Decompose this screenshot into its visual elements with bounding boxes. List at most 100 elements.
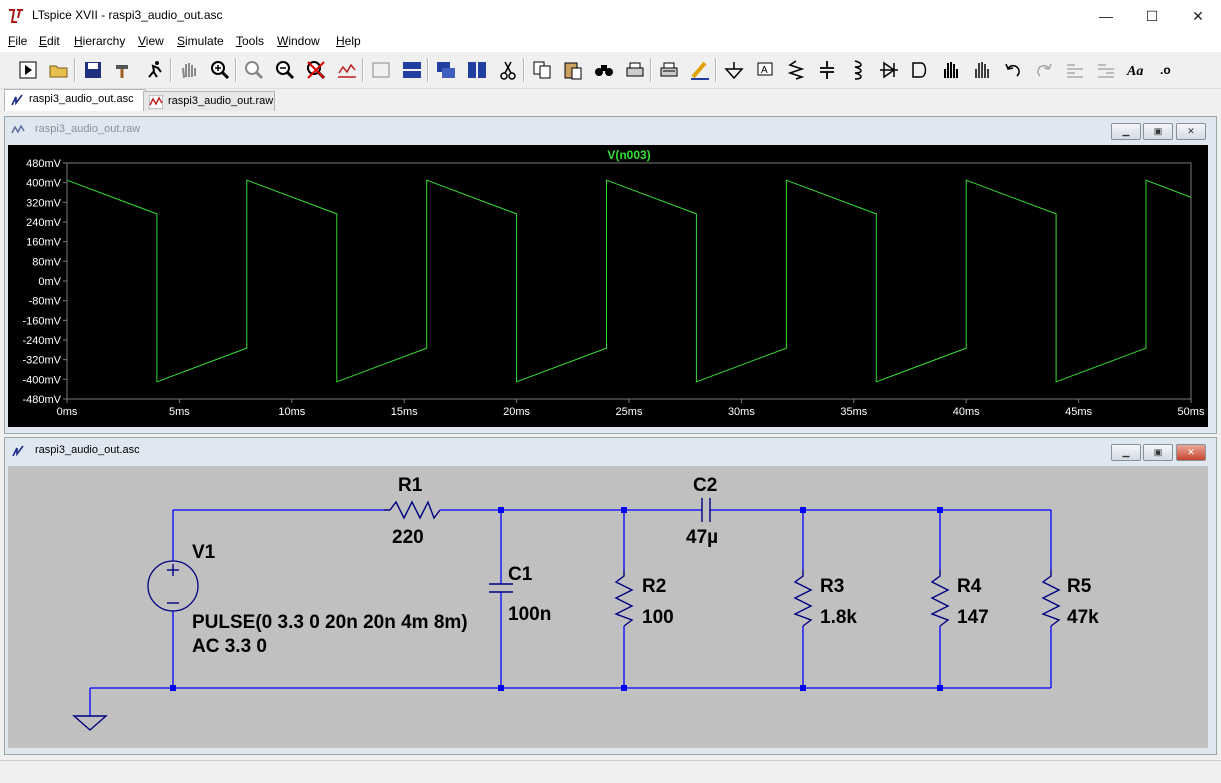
find-button[interactable] [592,57,616,83]
junction-dot [621,685,627,691]
print-setup-button[interactable] [623,57,647,83]
frame-plot-button[interactable] [369,57,393,83]
run-halt-button[interactable] [143,57,167,83]
print-button[interactable] [657,57,681,83]
junction-dot [800,507,806,513]
svg-text:.o: .o [1160,63,1171,77]
r1-ref: R1 [398,475,423,496]
menu-view[interactable]: View [138,34,164,48]
zoom-in-button[interactable] [208,57,232,83]
schematic-window-title: raspi3_audio_out.asc [35,444,140,456]
schematic-window-titlebar[interactable]: raspi3_audio_out.asc ▁ ▣ ✕ [5,438,1216,464]
schematic-icon [11,94,23,106]
net-label-icon: A [757,62,773,76]
close-button[interactable]: ✕ [1175,0,1221,32]
waveform-window-titlebar[interactable]: raspi3_audio_out.raw ▁ ▣ ✕ [5,117,1216,143]
tile-horizontal-icon [403,62,421,78]
close-window-button[interactable]: ✕ [1176,123,1206,140]
draw-wire-button[interactable] [688,57,712,83]
restore-window-button[interactable]: ▣ [1143,444,1173,461]
document-tabs: raspi3_audio_out.asc raspi3_audio_out.ra… [0,89,1221,111]
spice-directive-button[interactable]: .o [1156,57,1180,83]
resistor-button[interactable] [784,57,808,83]
tile-horizontal-button[interactable] [400,57,424,83]
undo-button[interactable] [1001,57,1025,83]
zoom-out-icon [276,61,295,80]
minimize-window-button[interactable]: ▁ [1111,444,1141,461]
move-button[interactable] [939,57,963,83]
zoom-cancel-button[interactable] [304,57,328,83]
inductor-icon [854,60,862,80]
copy-button[interactable] [530,57,554,83]
waveform-plot-area[interactable]: 480mV 400mV 320mV 240mV 160mV 80mV 0mV -80mV -16… [8,145,1208,427]
schematic-canvas[interactable]: V1 PULSE(0 3.3 0 20n 20n 4m 8m) AC 3.3 0… [8,466,1208,748]
print-setup-icon [626,62,644,77]
tab-schematic[interactable]: raspi3_audio_out.asc [4,89,146,111]
zoom-area-button[interactable] [242,57,266,83]
inductor-button[interactable] [846,57,870,83]
waveform-icon [149,95,163,109]
plot-frame [66,162,1192,400]
rotate-icon [1067,64,1083,78]
drag-icon [975,62,989,78]
text-icon: Aa [1126,64,1143,79]
tile-vertical-button[interactable] [465,57,489,83]
capacitor-button[interactable] [815,57,839,83]
c2-ref: C2 [693,475,717,496]
menu-window[interactable]: Window [277,34,320,48]
control-panel-hammer-button[interactable] [112,57,136,83]
rotate-button[interactable] [1063,57,1087,83]
text-button[interactable]: Aa [1125,57,1149,83]
save-button[interactable] [81,57,105,83]
menu-help[interactable]: Help [336,34,361,48]
toolbar: A Aa .o [0,52,1221,89]
net-label-button[interactable]: A [753,57,777,83]
resistor-r5-symbol [1041,570,1061,627]
minimize-window-button[interactable]: ▁ [1111,123,1141,140]
diode-button[interactable] [877,57,901,83]
r5-ref: R5 [1067,576,1092,597]
menu-simulate[interactable]: Simulate [177,34,224,48]
toolbar-separator [715,58,717,82]
minimize-button[interactable]: — [1083,0,1129,32]
cascade-icon [437,62,455,78]
autorange-button[interactable] [335,57,359,83]
y-tick-label: 320mV [26,197,62,209]
drag-button[interactable] [970,57,994,83]
tab-label: raspi3_audio_out.asc [29,93,134,105]
restore-window-button[interactable]: ▣ [1143,123,1173,140]
spice-directive-icon: .o [1160,63,1171,77]
tab-waveform[interactable]: raspi3_audio_out.raw [143,91,275,111]
menu-tools[interactable]: Tools [236,34,264,48]
maximize-button[interactable]: ☐ [1129,0,1175,32]
close-window-button[interactable]: ✕ [1176,444,1206,461]
cut-button[interactable] [496,57,520,83]
pan-hand-button[interactable] [177,57,201,83]
toolbar-separator [427,58,429,82]
menu-file[interactable]: File [8,34,27,48]
ground-button[interactable] [722,57,746,83]
menu-edit[interactable]: Edit [39,34,60,48]
component-button[interactable] [908,57,932,83]
cascade-button[interactable] [434,57,458,83]
run-button[interactable] [16,57,40,83]
trace-title: V(n003) [607,148,650,162]
tile-vertical-icon [468,62,486,78]
r3-ref: R3 [820,576,844,597]
control-panel-hammer-icon [116,65,128,78]
mirror-button[interactable] [1094,57,1118,83]
toolbar-separator [650,58,652,82]
x-tick-label: 35ms [840,406,867,418]
frame-plot-icon [372,62,390,78]
open-folder-button[interactable] [47,57,71,83]
r3-value: 1.8k [820,607,857,628]
resistor-r3-symbol [793,570,813,627]
r5-value: 47k [1067,607,1099,628]
paste-button[interactable] [561,57,585,83]
redo-button[interactable] [1032,57,1056,83]
zoom-out-button[interactable] [273,57,297,83]
toolbar-separator [523,58,525,82]
component-icon [912,62,927,78]
menu-bar: File Edit Hierarchy View Simulate Tools … [0,32,1221,52]
menu-hierarchy[interactable]: Hierarchy [74,34,125,48]
